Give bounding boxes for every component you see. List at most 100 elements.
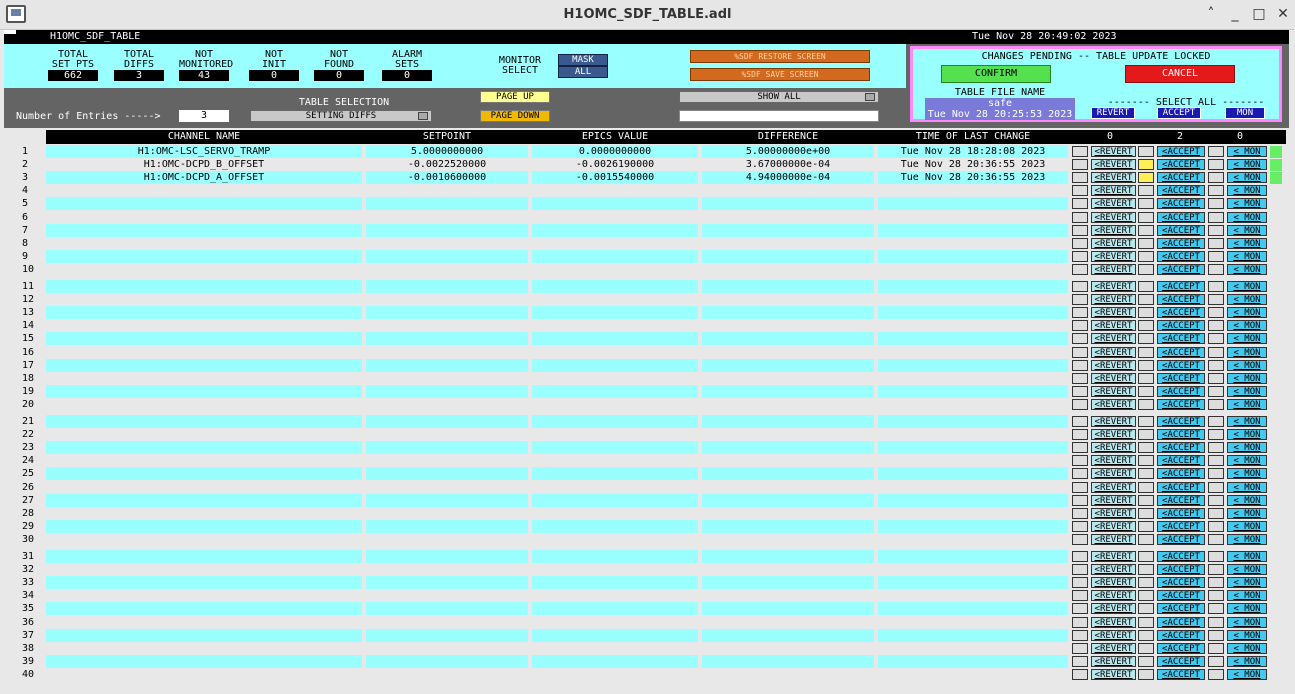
mon-checkbox[interactable] xyxy=(1208,669,1224,680)
mon-button[interactable]: < MON xyxy=(1227,429,1267,440)
mon-button[interactable]: < MON xyxy=(1227,333,1267,344)
revert-checkbox[interactable] xyxy=(1072,656,1088,667)
accept-button[interactable]: <ACCEPT xyxy=(1157,630,1205,641)
mon-button[interactable]: < MON xyxy=(1227,534,1267,545)
accept-checkbox[interactable] xyxy=(1138,617,1154,628)
mon-button[interactable]: < MON xyxy=(1227,251,1267,262)
revert-button[interactable]: <REVERT xyxy=(1091,386,1136,397)
accept-checkbox[interactable] xyxy=(1138,212,1154,223)
mon-button[interactable]: < MON xyxy=(1227,281,1267,292)
accept-button[interactable]: <ACCEPT xyxy=(1157,534,1205,545)
accept-button[interactable]: <ACCEPT xyxy=(1157,429,1205,440)
accept-checkbox[interactable] xyxy=(1138,146,1154,157)
revert-button[interactable]: <REVERT xyxy=(1091,551,1136,562)
revert-button[interactable]: <REVERT xyxy=(1091,590,1136,601)
accept-checkbox[interactable] xyxy=(1138,442,1154,453)
accept-button[interactable]: <ACCEPT xyxy=(1157,264,1205,275)
save-screen-button[interactable]: %SDF SAVE SCREEN xyxy=(690,68,870,81)
revert-button[interactable]: <REVERT xyxy=(1091,564,1136,575)
select-all-mon-button[interactable]: MON xyxy=(1225,107,1265,119)
mon-button[interactable]: < MON xyxy=(1227,159,1267,170)
accept-checkbox[interactable] xyxy=(1138,508,1154,519)
accept-checkbox[interactable] xyxy=(1138,468,1154,479)
mon-checkbox[interactable] xyxy=(1208,373,1224,384)
mon-checkbox[interactable] xyxy=(1208,294,1224,305)
revert-checkbox[interactable] xyxy=(1072,225,1088,236)
mon-button[interactable]: < MON xyxy=(1227,185,1267,196)
revert-button[interactable]: <REVERT xyxy=(1091,185,1136,196)
accept-button[interactable]: <ACCEPT xyxy=(1157,159,1205,170)
accept-button[interactable]: <ACCEPT xyxy=(1157,386,1205,397)
revert-button[interactable]: <REVERT xyxy=(1091,669,1136,680)
revert-checkbox[interactable] xyxy=(1072,643,1088,654)
accept-button[interactable]: <ACCEPT xyxy=(1157,603,1205,614)
revert-button[interactable]: <REVERT xyxy=(1091,399,1136,410)
mon-button[interactable]: < MON xyxy=(1227,172,1267,183)
accept-checkbox[interactable] xyxy=(1138,251,1154,262)
accept-button[interactable]: <ACCEPT xyxy=(1157,442,1205,453)
accept-checkbox[interactable] xyxy=(1138,534,1154,545)
revert-checkbox[interactable] xyxy=(1072,333,1088,344)
revert-button[interactable]: <REVERT xyxy=(1091,468,1136,479)
mon-checkbox[interactable] xyxy=(1208,225,1224,236)
mon-button[interactable]: < MON xyxy=(1227,347,1267,358)
revert-checkbox[interactable] xyxy=(1072,416,1088,427)
revert-checkbox[interactable] xyxy=(1072,159,1088,170)
mon-checkbox[interactable] xyxy=(1208,442,1224,453)
accept-button[interactable]: <ACCEPT xyxy=(1157,521,1205,532)
show-all-dropdown[interactable]: SHOW ALL xyxy=(679,91,879,103)
accept-checkbox[interactable] xyxy=(1138,373,1154,384)
accept-checkbox[interactable] xyxy=(1138,521,1154,532)
accept-button[interactable]: <ACCEPT xyxy=(1157,281,1205,292)
accept-checkbox[interactable] xyxy=(1138,551,1154,562)
revert-checkbox[interactable] xyxy=(1072,669,1088,680)
mon-checkbox[interactable] xyxy=(1208,429,1224,440)
revert-button[interactable]: <REVERT xyxy=(1091,225,1136,236)
revert-button[interactable]: <REVERT xyxy=(1091,617,1136,628)
revert-button[interactable]: <REVERT xyxy=(1091,643,1136,654)
mon-button[interactable]: < MON xyxy=(1227,264,1267,275)
mon-checkbox[interactable] xyxy=(1208,264,1224,275)
accept-checkbox[interactable] xyxy=(1138,564,1154,575)
accept-checkbox[interactable] xyxy=(1138,590,1154,601)
mon-button[interactable]: < MON xyxy=(1227,590,1267,601)
mon-checkbox[interactable] xyxy=(1208,617,1224,628)
select-all-revert-button[interactable]: REVERT xyxy=(1091,107,1135,119)
mon-checkbox[interactable] xyxy=(1208,455,1224,466)
revert-button[interactable]: <REVERT xyxy=(1091,238,1136,249)
revert-checkbox[interactable] xyxy=(1072,468,1088,479)
mon-checkbox[interactable] xyxy=(1208,198,1224,209)
mon-button[interactable]: < MON xyxy=(1227,386,1267,397)
accept-button[interactable]: <ACCEPT xyxy=(1157,482,1205,493)
accept-button[interactable]: <ACCEPT xyxy=(1157,360,1205,371)
mon-button[interactable]: < MON xyxy=(1227,294,1267,305)
accept-button[interactable]: <ACCEPT xyxy=(1157,198,1205,209)
minimize-icon[interactable]: _ xyxy=(1226,6,1244,22)
select-all-accept-button[interactable]: ACCEPT xyxy=(1157,107,1201,119)
mon-checkbox[interactable] xyxy=(1208,468,1224,479)
accept-button[interactable]: <ACCEPT xyxy=(1157,373,1205,384)
mon-button[interactable]: < MON xyxy=(1227,564,1267,575)
accept-checkbox[interactable] xyxy=(1138,320,1154,331)
accept-button[interactable]: <ACCEPT xyxy=(1157,564,1205,575)
mon-checkbox[interactable] xyxy=(1208,521,1224,532)
accept-button[interactable]: <ACCEPT xyxy=(1157,294,1205,305)
accept-button[interactable]: <ACCEPT xyxy=(1157,172,1205,183)
revert-checkbox[interactable] xyxy=(1072,508,1088,519)
mon-checkbox[interactable] xyxy=(1208,564,1224,575)
revert-checkbox[interactable] xyxy=(1072,185,1088,196)
revert-button[interactable]: <REVERT xyxy=(1091,656,1136,667)
mon-button[interactable]: < MON xyxy=(1227,399,1267,410)
accept-checkbox[interactable] xyxy=(1138,482,1154,493)
accept-checkbox[interactable] xyxy=(1138,630,1154,641)
revert-button[interactable]: <REVERT xyxy=(1091,482,1136,493)
accept-button[interactable]: <ACCEPT xyxy=(1157,307,1205,318)
accept-checkbox[interactable] xyxy=(1138,386,1154,397)
revert-checkbox[interactable] xyxy=(1072,212,1088,223)
mon-checkbox[interactable] xyxy=(1208,159,1224,170)
revert-checkbox[interactable] xyxy=(1072,320,1088,331)
mon-button[interactable]: < MON xyxy=(1227,442,1267,453)
mon-checkbox[interactable] xyxy=(1208,643,1224,654)
revert-button[interactable]: <REVERT xyxy=(1091,347,1136,358)
mon-button[interactable]: < MON xyxy=(1227,225,1267,236)
